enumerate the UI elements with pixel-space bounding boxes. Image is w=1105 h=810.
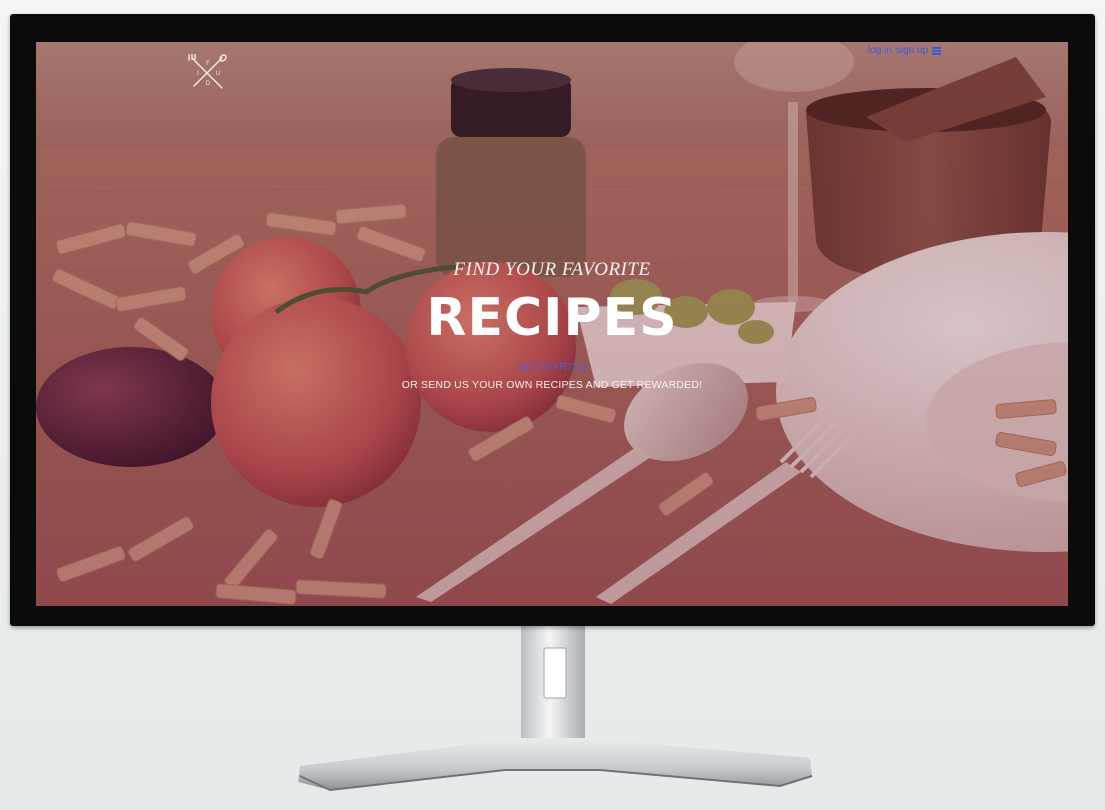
hamburger-menu-icon[interactable]: [932, 46, 942, 55]
top-nav: log in sign up: [868, 45, 942, 56]
website-screen: F I U D log in sign up FIND YOUR FAVORIT…: [36, 42, 1068, 606]
logo-letter-left: I: [197, 71, 199, 77]
monitor-mockup: F I U D log in sign up FIND YOUR FAVORIT…: [0, 0, 1105, 810]
hero-subtitle: OR SEND US YOUR OWN RECIPES AND GET REWA…: [401, 379, 703, 391]
hero-kicker: FIND YOUR FAVORITE: [453, 259, 651, 280]
crossed-fork-spoon-logo[interactable]: F I U D: [188, 54, 228, 92]
hero-headline: RECIPES: [426, 288, 678, 348]
logo-letter-right: U: [216, 71, 220, 77]
signup-link[interactable]: sign up: [896, 45, 928, 56]
login-link[interactable]: log in: [868, 45, 892, 56]
logo-letter-top: F: [206, 61, 210, 67]
get-started-button[interactable]: GET STARTED: [518, 362, 587, 373]
get-started-link: GET STARTED: [36, 362, 1068, 373]
logo-letter-bottom: D: [206, 81, 211, 87]
